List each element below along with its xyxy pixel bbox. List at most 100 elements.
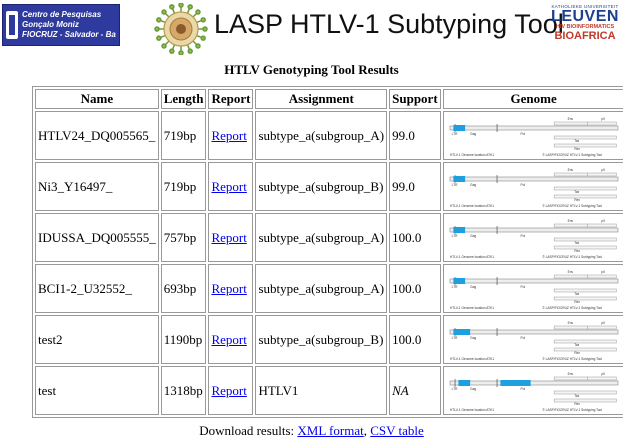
sequence-length: 1318bp (160, 366, 207, 415)
aligned-segment (458, 379, 470, 386)
report-link[interactable]: Report (211, 332, 246, 347)
report-link[interactable]: Report (211, 128, 246, 143)
table-row: test2 1190bp Report subtype_a(subgroup_B) 10… (35, 315, 623, 364)
genome-footer-left: HTLV-1 Genome location ATK1 (450, 357, 494, 361)
rex-box (553, 296, 617, 300)
pol-label: Pol (520, 285, 525, 289)
rex-label: Rex (574, 351, 580, 355)
pol-label: Pol (520, 183, 525, 187)
col-length: Length (160, 89, 207, 109)
app-title: LASP HTLV-1 Subtyping Tool (214, 9, 564, 39)
report-link[interactable]: Report (211, 230, 246, 245)
rex-box (553, 245, 617, 249)
report-link[interactable]: Report (211, 179, 246, 194)
px-label: pX (601, 321, 606, 325)
env-label: Env (567, 219, 573, 223)
gag-label: Gag (470, 387, 476, 391)
table-row: test 1318bp Report HTLV1 NA LTR Gag Pol Env pX Tax… (35, 366, 623, 415)
sequence-length: 757bp (160, 213, 207, 262)
genome-bar (449, 227, 618, 232)
report-link[interactable]: Report (211, 281, 246, 296)
results-table: Name Length Report Assignment Support Ge… (32, 86, 623, 418)
genome-footer-left: HTLV-1 Genome location ATK1 (450, 306, 494, 310)
col-report: Report (208, 89, 254, 109)
aligned-segment (500, 379, 531, 386)
aligned-segment (453, 124, 465, 131)
genome-footer-left: HTLV-1 Genome location ATK1 (450, 255, 494, 259)
gag-label: Gag (470, 132, 476, 136)
env-box (553, 223, 588, 227)
assignment: subtype_a(subgroup_A) (255, 264, 388, 313)
sequence-name: Ni3_Y16497_ (35, 162, 159, 211)
support-value: 100.0 (389, 213, 441, 262)
sequence-name: test (35, 366, 159, 415)
sequence-length: 719bp (160, 162, 207, 211)
report-cell: Report (208, 315, 254, 364)
aligned-segment (453, 226, 465, 233)
env-box (553, 121, 588, 125)
sequence-length: 719bp (160, 111, 207, 160)
genome-map-cell: LTR Gag Pol Env pX Tax Rex HTLV-1 Genome locati… (442, 111, 623, 160)
fiocruz-emblem-icon (6, 11, 18, 39)
report-cell: Report (208, 264, 254, 313)
px-label: pX (601, 270, 606, 274)
table-row: HTLV24_DQ005565_ 719bp Report subtype_a(sub… (35, 111, 623, 160)
env-box (553, 325, 588, 329)
sequence-name: IDUSSA_DQ005555_ (35, 213, 159, 262)
fiocruz-logo: Centro de Pesquisas Gonçalo Moniz FIOCRU… (2, 4, 120, 46)
genome-map: LTR Gag Pol Env pX Tax Rex HTLV-1 Genome locati… (449, 219, 618, 259)
genome-bar (449, 278, 618, 283)
pol-label: Pol (520, 336, 525, 340)
gag-label: Gag (470, 285, 476, 289)
gag-label: Gag (470, 183, 476, 187)
tax-box (553, 237, 617, 241)
genome-footer-right: © LASP/FIOCRUZ HTLV-1 Subtyping Tool (542, 204, 602, 208)
genome-map: LTR Gag Pol Env pX Tax Rex HTLV-1 Genome locati… (449, 117, 618, 157)
rex-label: Rex (574, 147, 580, 151)
assignment: subtype_a(subgroup_A) (255, 213, 388, 262)
env-label: Env (567, 321, 573, 325)
logo-name: LEUVEN (551, 8, 619, 25)
rex-label: Rex (574, 402, 580, 406)
px-label: pX (601, 372, 606, 376)
report-cell: Report (208, 213, 254, 262)
tax-label: Tax (574, 292, 579, 296)
sequence-length: 693bp (160, 264, 207, 313)
genome-footer-left: HTLV-1 Genome location ATK1 (450, 408, 494, 412)
genome-map: LTR Gag Pol Env pX Tax Rex HTLV-1 Genome locati… (449, 372, 618, 412)
tax-box (553, 390, 617, 394)
tax-box (553, 135, 617, 139)
rex-label: Rex (574, 300, 580, 304)
aligned-segment (453, 277, 465, 284)
assignment: subtype_a(subgroup_B) (255, 162, 388, 211)
report-link[interactable]: Report (211, 383, 246, 398)
aligned-segment (453, 328, 470, 335)
sequence-name: BCI1-2_U32552_ (35, 264, 159, 313)
px-box (587, 121, 617, 125)
genome-footer-left: HTLV-1 Genome location ATK1 (450, 204, 494, 208)
pol-label: Pol (520, 387, 525, 391)
sequence-length: 1190bp (160, 315, 207, 364)
genome-map: LTR Gag Pol Env pX Tax Rex HTLV-1 Genome locati… (449, 168, 618, 208)
tax-label: Tax (574, 343, 579, 347)
sequence-name: test2 (35, 315, 159, 364)
support-value: NA (389, 366, 441, 415)
col-name: Name (35, 89, 159, 109)
genome-footer-right: © LASP/FIOCRUZ HTLV-1 Subtyping Tool (542, 153, 602, 157)
genome-map-cell: LTR Gag Pol Env pX Tax Rex HTLV-1 Genome locati… (442, 213, 623, 262)
xml-download-link[interactable]: XML format (297, 423, 363, 438)
genome-bar (449, 380, 618, 385)
rex-box (553, 347, 617, 351)
report-cell: Report (208, 366, 254, 415)
rex-box (553, 143, 617, 147)
csv-download-link[interactable]: CSV table (370, 423, 424, 438)
genome-footer-right: © LASP/FIOCRUZ HTLV-1 Subtyping Tool (542, 306, 602, 310)
support-value: 99.0 (389, 162, 441, 211)
env-label: Env (567, 372, 573, 376)
env-label: Env (567, 117, 573, 121)
download-label: Download results: (199, 423, 295, 438)
support-value: 100.0 (389, 315, 441, 364)
col-support: Support (389, 89, 441, 109)
genome-map-cell: LTR Gag Pol Env pX Tax Rex HTLV-1 Genome locati… (442, 264, 623, 313)
px-box (587, 376, 617, 380)
